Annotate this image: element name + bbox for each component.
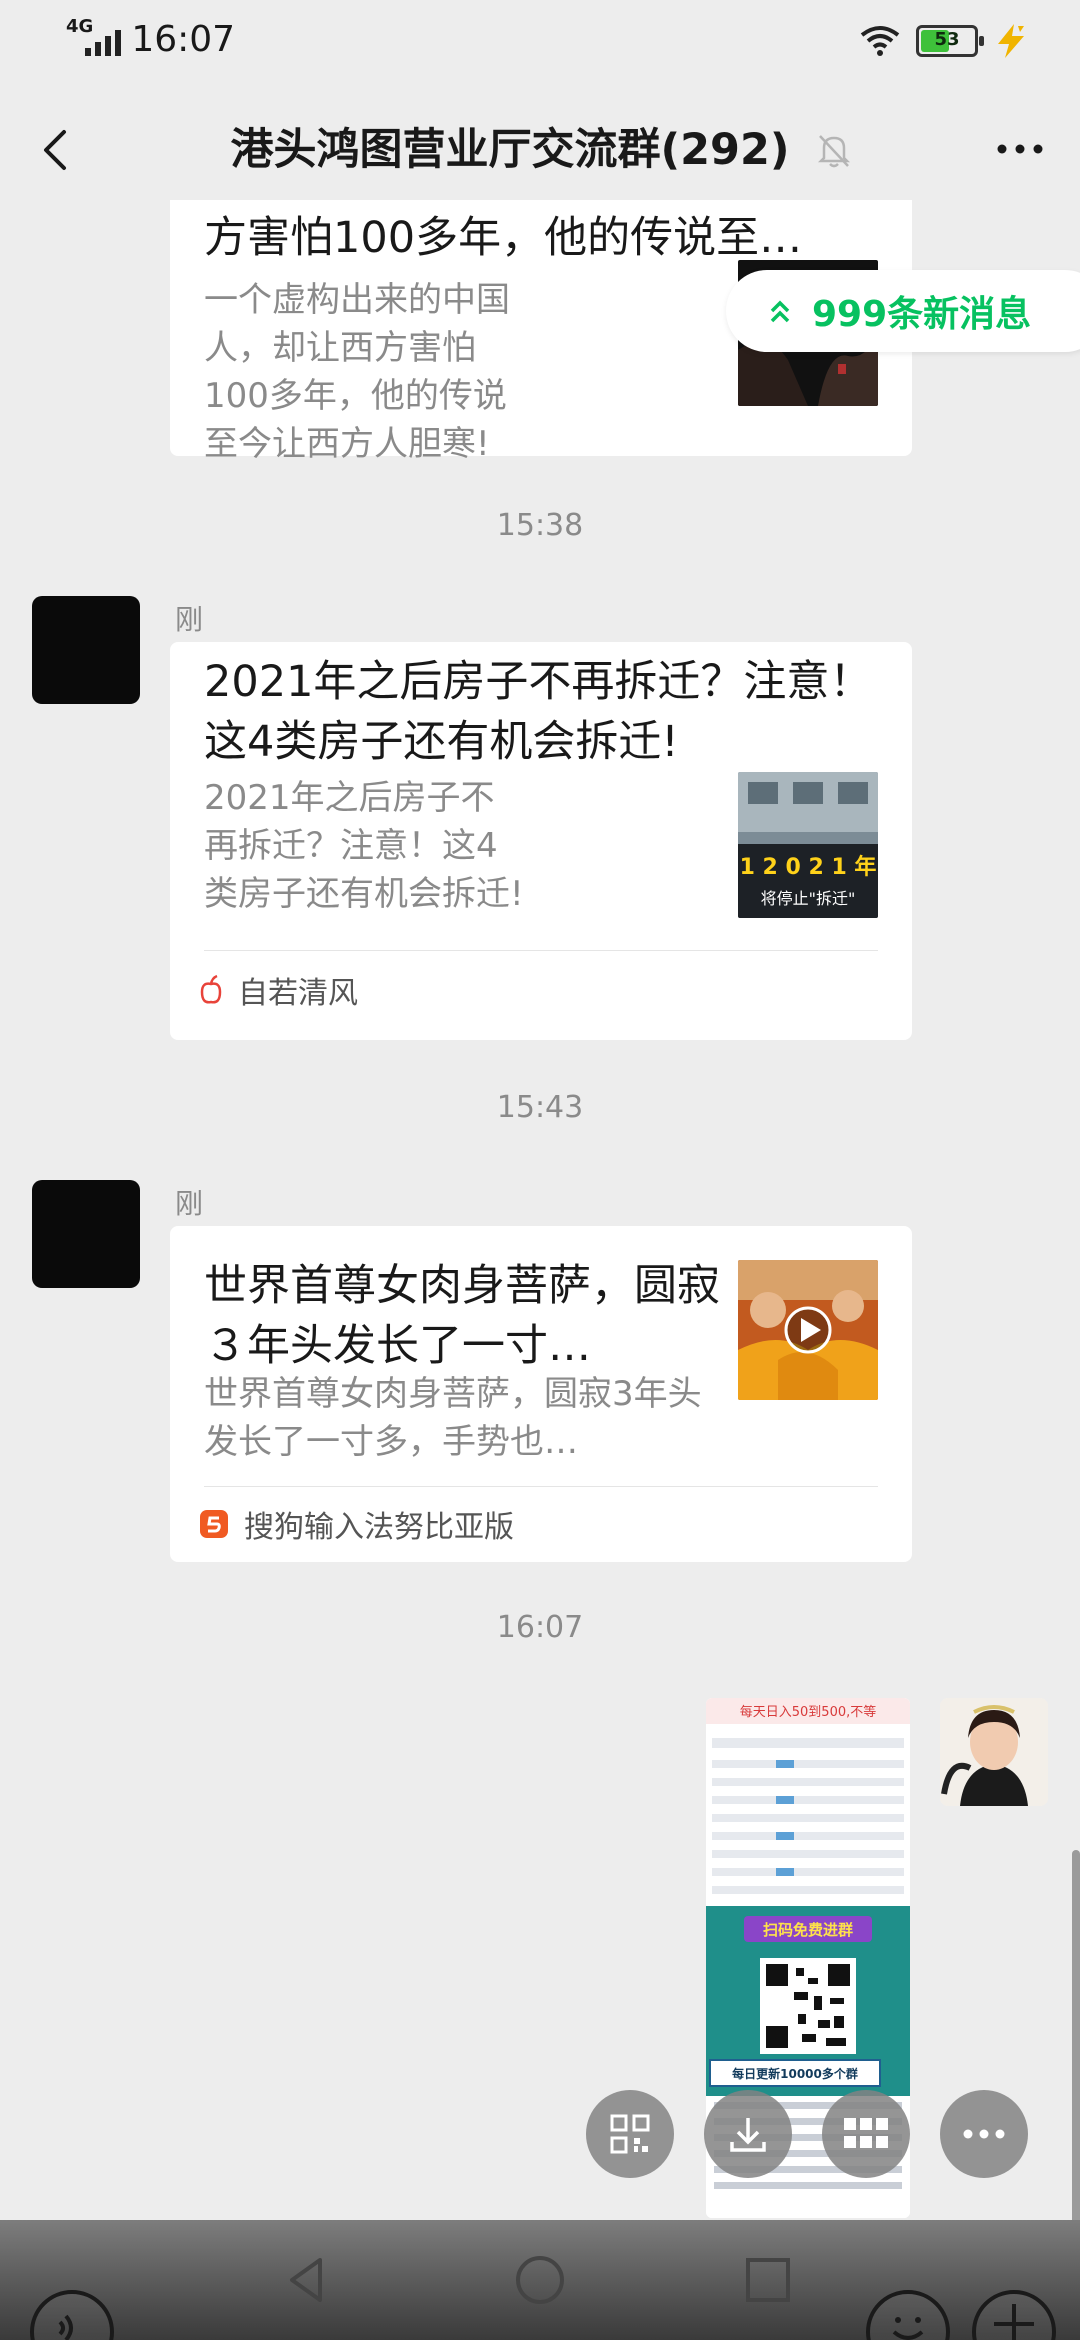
timestamp: 16:07 bbox=[496, 1610, 584, 1645]
card-thumbnail[interactable] bbox=[738, 1260, 878, 1400]
card-description: 世界首尊女肉身菩萨，圆寂3年头发长了一寸多，手势也… bbox=[204, 1374, 702, 1462]
thumb-caption-text: 将停止"拆迁" bbox=[761, 889, 856, 908]
grid-button[interactable] bbox=[822, 2090, 910, 2178]
wifi-icon bbox=[860, 26, 900, 56]
card-divider bbox=[204, 1486, 878, 1487]
thumb-year-text: 1 2 0 2 1 年 bbox=[740, 854, 877, 880]
scrollbar[interactable] bbox=[1072, 1850, 1080, 2220]
card-source: 搜狗输入法努比亚版 bbox=[198, 1502, 514, 1546]
battery-icon: 53 bbox=[916, 25, 984, 57]
new-messages-label: 999条新消息 bbox=[812, 294, 1032, 335]
poster-footer-text: 每日更新10000多个群 bbox=[732, 2066, 858, 2081]
more-icon[interactable] bbox=[990, 124, 1050, 174]
emoji-button[interactable] bbox=[866, 2290, 950, 2340]
sender-name: 刚 bbox=[175, 603, 204, 636]
card-title: 方害怕100多年，他的传说至… bbox=[204, 213, 803, 263]
grid-icon bbox=[844, 2118, 888, 2148]
card-source-label: 搜狗输入法努比亚版 bbox=[244, 1510, 514, 1545]
card-divider bbox=[204, 950, 878, 951]
nav-back-icon[interactable] bbox=[276, 2248, 340, 2312]
sogou-logo-icon bbox=[200, 1510, 228, 1538]
voice-input-button[interactable] bbox=[30, 2290, 114, 2340]
new-messages-button[interactable]: 999条新消息 bbox=[726, 270, 1080, 352]
more-icon bbox=[963, 2129, 1005, 2139]
chat-header: 港头鸿图营业厅交流群(292) bbox=[0, 100, 1080, 200]
timestamp: 15:38 bbox=[496, 508, 584, 543]
avatar[interactable] bbox=[32, 1180, 140, 1288]
double-chevron-up-icon bbox=[770, 300, 790, 323]
qr-scan-button[interactable] bbox=[586, 2090, 674, 2178]
system-navigation-bar bbox=[0, 2220, 1080, 2340]
link-card[interactable]: 2021年之后房子不再拆迁？注意！这4类房子还有机会拆迁! 2021年之后房子不… bbox=[170, 642, 912, 1040]
signal-icon bbox=[85, 26, 122, 56]
charging-icon bbox=[998, 24, 1024, 58]
card-description: 一个虚构出来的中国人，却让西方害怕100多年，他的传说至今让西方人胆寒! bbox=[204, 280, 510, 464]
poster-header-text: 每天日入50到500,不等 bbox=[740, 1704, 877, 1720]
more-options-button[interactable] bbox=[940, 2090, 1028, 2178]
card-title: 世界首尊女肉身菩萨，圆寂３年头发长了一寸… bbox=[204, 1261, 720, 1371]
voice-icon bbox=[58, 2314, 73, 2340]
poster-banner-text: 扫码免费进群 bbox=[763, 1921, 853, 1939]
nav-home-icon[interactable] bbox=[508, 2248, 572, 2312]
status-time: 16:07 bbox=[131, 19, 236, 60]
chat-title: 港头鸿图营业厅交流群(292) bbox=[230, 125, 790, 175]
sender-name: 刚 bbox=[175, 1187, 204, 1220]
plus-button[interactable] bbox=[972, 2290, 1056, 2340]
bell-off-icon bbox=[817, 135, 851, 168]
status-right: 53 bbox=[860, 22, 1028, 60]
card-source-label: 自若清风 bbox=[238, 976, 358, 1011]
status-bar: 4G 16:07 53 bbox=[0, 0, 1080, 80]
app-logo-icon bbox=[200, 974, 222, 1004]
status-left: 4G 16:07 bbox=[66, 18, 235, 60]
plus-icon bbox=[994, 2304, 1034, 2340]
qr-code-icon bbox=[610, 2114, 650, 2154]
link-card[interactable]: 世界首尊女肉身菩萨，圆寂３年头发长了一寸… 世界首尊女肉身菩萨，圆寂3年头发长了… bbox=[170, 1226, 912, 1562]
card-description: 2021年之后房子不再拆迁？注意！这4类房子还有机会拆迁! bbox=[204, 778, 524, 914]
chat-area[interactable]: 方害怕100多年，他的传说至… 一个虚构出来的中国人，却让西方害怕100多年，他… bbox=[0, 200, 1080, 2220]
timestamp: 15:43 bbox=[496, 1090, 584, 1125]
my-avatar[interactable] bbox=[940, 1698, 1048, 1806]
avatar[interactable] bbox=[32, 596, 140, 704]
card-title: 2021年之后房子不再拆迁？注意！这4类房子还有机会拆迁! bbox=[204, 657, 873, 767]
card-thumbnail: 1 2 0 2 1 年 将停止"拆迁" bbox=[738, 772, 878, 918]
download-icon bbox=[730, 2118, 766, 2152]
battery-level: 53 bbox=[934, 29, 960, 50]
card-source: 自若清风 bbox=[198, 968, 358, 1012]
download-button[interactable] bbox=[704, 2090, 792, 2178]
nav-recents-icon[interactable] bbox=[736, 2248, 800, 2312]
emoji-icon bbox=[892, 2317, 924, 2340]
